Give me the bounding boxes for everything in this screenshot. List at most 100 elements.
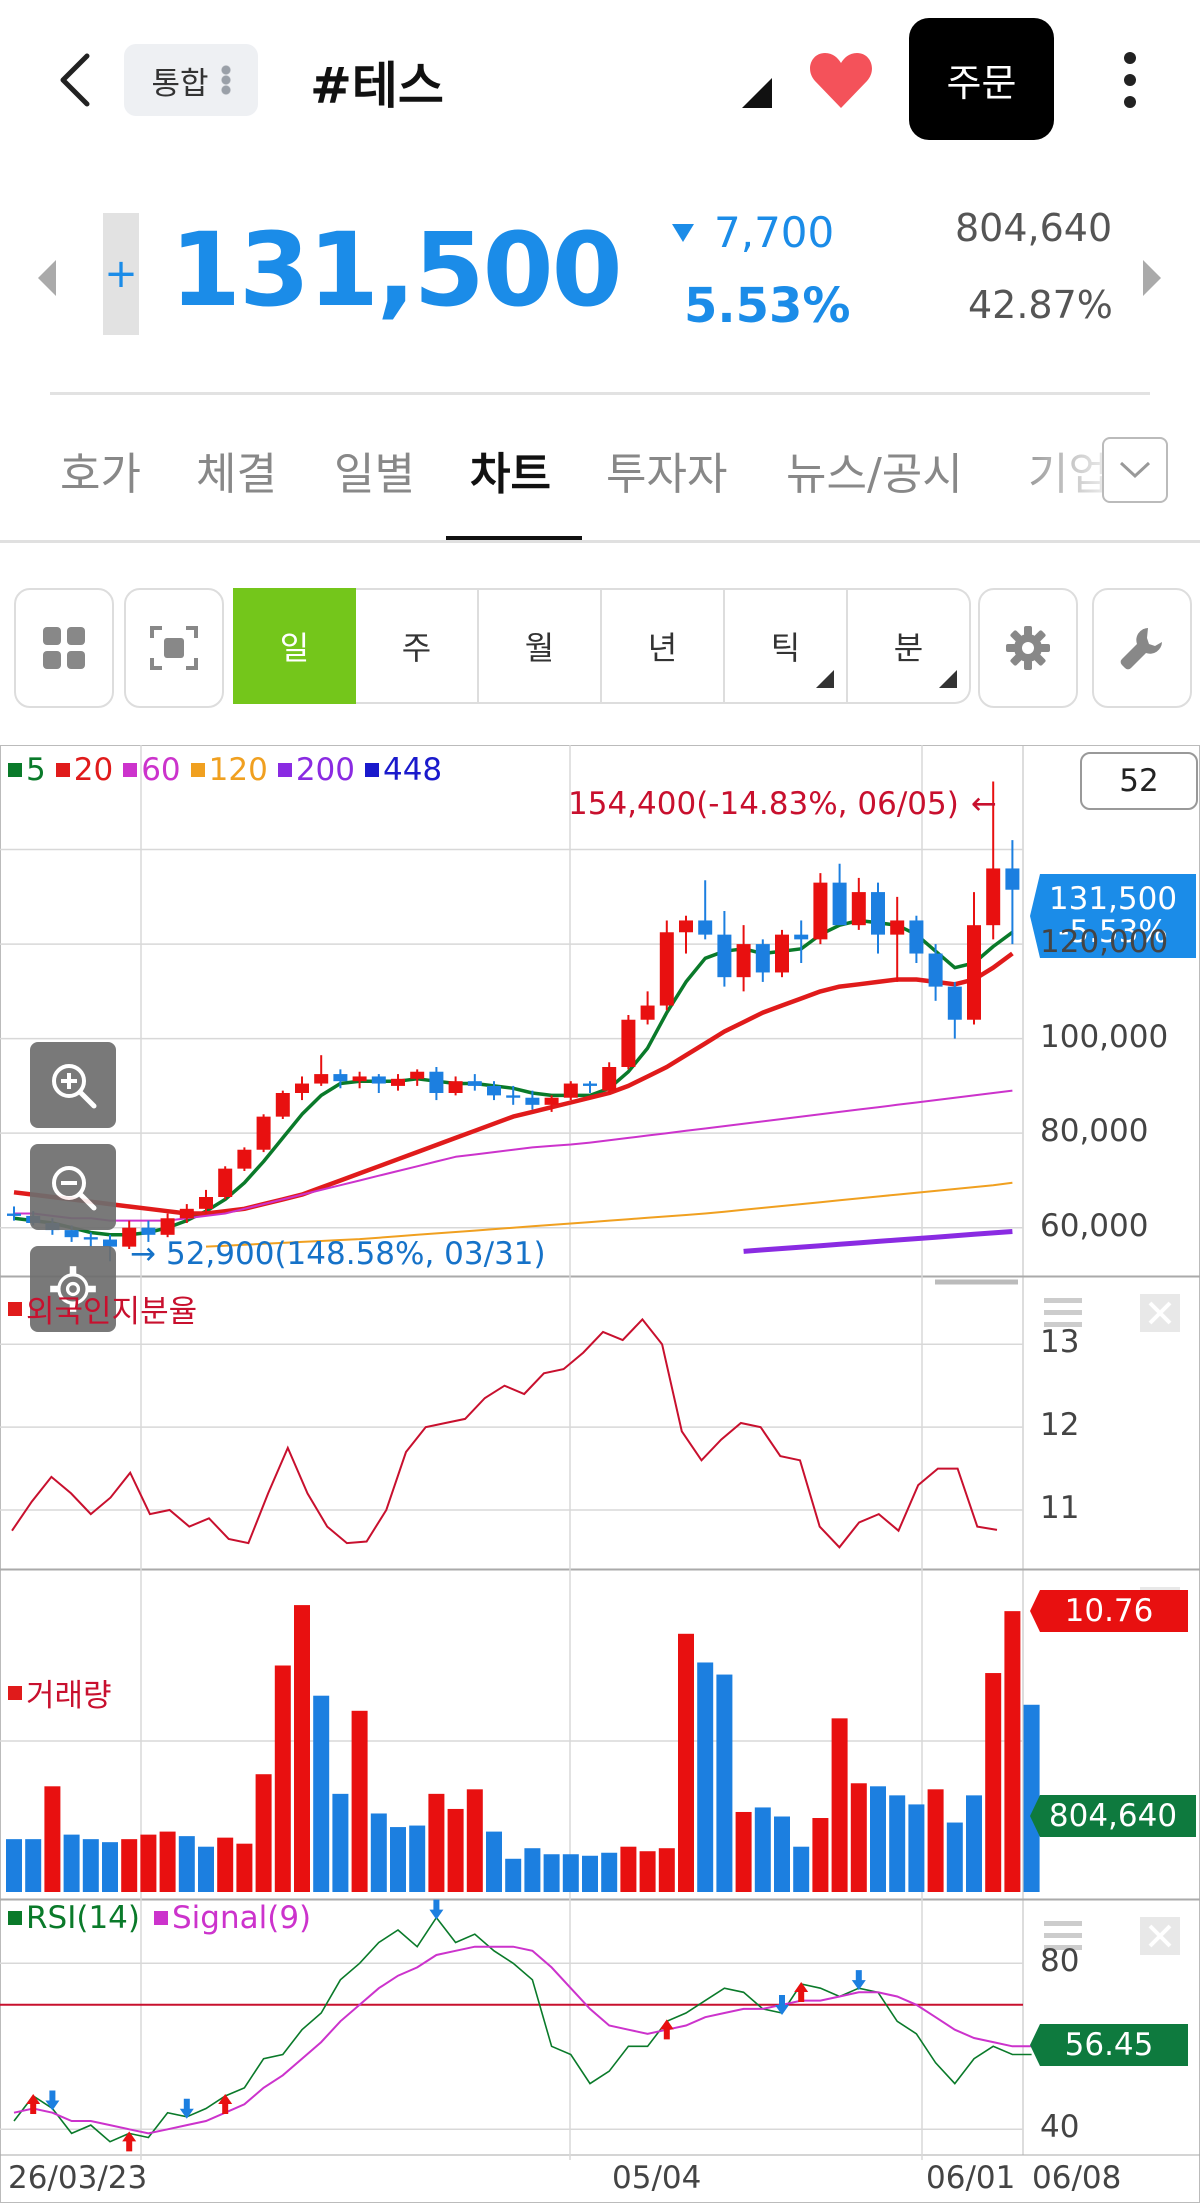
drag-handle-icon: [1044, 1298, 1082, 1303]
candle-body: [199, 1197, 213, 1209]
favorite-button[interactable]: [805, 44, 877, 116]
volume-bar: [140, 1834, 157, 1892]
add-button[interactable]: +: [103, 213, 139, 335]
period-2[interactable]: 월: [479, 588, 602, 704]
legend-swatch: [8, 1301, 22, 1316]
zoom-in-button[interactable]: [30, 1042, 116, 1128]
candle-body: [525, 1097, 540, 1105]
tab-4[interactable]: 투자자: [606, 438, 727, 502]
volume-bar: [25, 1839, 42, 1892]
volume-bar: [313, 1695, 330, 1892]
zoom-out-button[interactable]: [30, 1144, 116, 1230]
candle-body: [890, 920, 905, 935]
candle-body: [717, 934, 732, 978]
volume-bar: [927, 1789, 944, 1892]
back-button[interactable]: [40, 40, 110, 120]
legend-swatch: [190, 763, 205, 777]
period-label: 분: [893, 629, 924, 667]
zoom-in-icon: [52, 1064, 97, 1109]
tab-5[interactable]: 뉴스/공시: [786, 438, 963, 502]
layout-button[interactable]: [14, 588, 114, 708]
legend-swatch: [55, 763, 70, 777]
wrench-icon: [1120, 628, 1162, 670]
volume-bar: [985, 1673, 1002, 1892]
period-4[interactable]: 틱: [725, 588, 848, 704]
candle-body: [7, 1213, 21, 1216]
signal-line: [13, 1945, 1032, 2135]
dropdown-triangle-icon[interactable]: [742, 78, 772, 108]
tabs-expand-button[interactable]: [1102, 437, 1168, 503]
period-1[interactable]: 주: [356, 588, 479, 704]
chart-frame: [0, 745, 1200, 2203]
change-percent: 5.53%: [684, 278, 851, 334]
candle-body: [621, 1019, 636, 1067]
date-tick: 26/03/23: [8, 2160, 148, 2196]
high-annotation-text: 154,400(-14.83%, 06/05): [568, 786, 959, 822]
volume-label: 거래량: [26, 1678, 112, 1714]
stock-chart[interactable]: [0, 745, 1200, 2203]
candle-body: [506, 1095, 521, 1098]
tab-2[interactable]: 일별: [334, 438, 415, 502]
candle-body: [333, 1074, 348, 1082]
drag-handle-icon: [1044, 1921, 1082, 1926]
market-selector[interactable]: 통합: [124, 44, 258, 116]
volume-bar: [735, 1811, 752, 1892]
change-amount: 7,700: [714, 208, 835, 257]
volume-bar: [351, 1710, 368, 1892]
period-3[interactable]: 년: [602, 588, 725, 704]
volume-bar: [102, 1842, 118, 1892]
period-label: 틱: [770, 629, 801, 667]
foreign-tick: 12: [1040, 1407, 1080, 1444]
ma-line-5: [13, 918, 1014, 1237]
volume-bar: [294, 1605, 310, 1892]
order-button[interactable]: 주문: [909, 18, 1054, 140]
capture-button[interactable]: [124, 588, 224, 708]
candle-body: [391, 1078, 405, 1086]
plus-icon: +: [104, 251, 138, 297]
candle-body: [487, 1085, 501, 1096]
candle-body: [83, 1237, 98, 1240]
chevron-left-icon: [60, 53, 90, 107]
candle-body: [467, 1081, 482, 1086]
volume-bar: [754, 1807, 771, 1892]
volume-bar: [332, 1793, 349, 1892]
candle-body: [871, 892, 885, 935]
settings-button[interactable]: [978, 588, 1078, 708]
candle-body: [410, 1071, 425, 1079]
next-stock-button[interactable]: [1143, 260, 1161, 296]
candle-body: [256, 1116, 271, 1150]
foreign-label: 외국인지분율: [26, 1294, 198, 1330]
candle-body: [775, 934, 789, 973]
volume-bar: [44, 1786, 61, 1892]
tab-1[interactable]: 체결: [196, 438, 277, 502]
foreign-legend: 외국인지분율: [8, 1286, 197, 1331]
volume-bar: [428, 1793, 445, 1892]
candle-body: [736, 944, 751, 978]
volume-bar: [543, 1854, 560, 1892]
price-tick: 120,000: [1040, 924, 1169, 961]
tab-3[interactable]: 차트: [470, 438, 551, 502]
prev-stock-button[interactable]: [38, 260, 56, 296]
candle-body: [602, 1067, 617, 1091]
volume-bar: [620, 1846, 637, 1892]
stock-title[interactable]: #테스: [310, 46, 444, 118]
candle-body: [179, 1208, 194, 1219]
tab-0[interactable]: 호가: [60, 438, 141, 502]
volume-bar: [908, 1804, 925, 1892]
volume-bar: [63, 1834, 80, 1892]
divider: [50, 392, 1150, 395]
period-0[interactable]: 일: [233, 588, 356, 704]
drag-handle-icon: [1044, 1310, 1082, 1315]
volume-bar: [793, 1846, 810, 1892]
ma-legend-120: 120: [208, 752, 268, 788]
foreign-last-tag: 10.76: [1030, 1590, 1188, 1632]
volume-bar: [524, 1848, 541, 1892]
down-triangle-icon: [672, 223, 694, 242]
count-box[interactable]: 52: [1080, 752, 1198, 810]
tools-button[interactable]: [1092, 588, 1192, 708]
drag-handle-icon: [1044, 1933, 1082, 1938]
period-5[interactable]: 분: [848, 588, 971, 704]
candle-body: [544, 1097, 559, 1105]
more-button[interactable]: [1105, 40, 1155, 120]
ma-legend-200: 200: [295, 752, 355, 788]
